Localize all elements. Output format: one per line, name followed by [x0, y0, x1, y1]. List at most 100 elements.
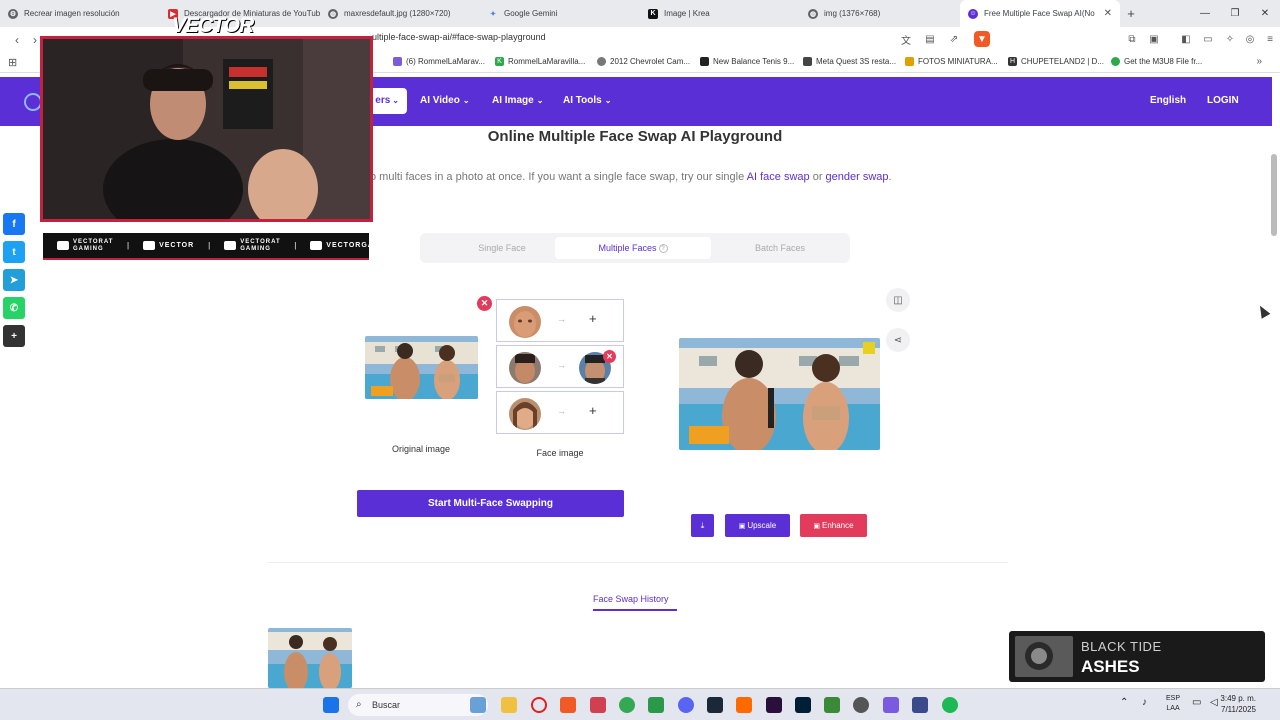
gear-icon: ⚙ [8, 8, 18, 19]
discord-icon[interactable] [678, 697, 694, 713]
language-selector[interactable]: English [1150, 95, 1186, 106]
browser-tab[interactable]: ✦ Google Gemini [480, 0, 640, 27]
divider: | [208, 241, 211, 250]
facebook-icon[interactable]: f [3, 213, 25, 235]
bookmark-icon [905, 57, 914, 66]
new-tab-button[interactable]: + [1120, 6, 1142, 21]
brave-shield-icon[interactable]: ▼ [974, 31, 990, 47]
browser-tab[interactable]: ◍ maxresdefault.jpg (1280×720) [320, 0, 480, 27]
widgets-icon[interactable] [470, 697, 486, 713]
bookmark-item[interactable]: Get the M3U8 File fr... [1111, 57, 1202, 66]
twitch-icon [143, 241, 156, 250]
nav-menu-ai-image[interactable]: AI Image ⌄ [492, 95, 543, 106]
ai-face-swap-link[interactable]: AI face swap [747, 171, 810, 183]
network-icon[interactable]: ▭ [1192, 697, 1201, 708]
wallet-icon[interactable]: ▭ [1200, 31, 1216, 47]
enhance-button[interactable]: ▣ Enhance [800, 514, 867, 537]
whatsapp-icon[interactable]: ✆ [3, 297, 25, 319]
photoshop-icon[interactable] [795, 697, 811, 713]
bookmark-item[interactable]: K RommelLaMaravilla... [495, 57, 585, 66]
taskbar-search[interactable]: ⌕ Buscar [348, 694, 488, 716]
download-button[interactable]: ⤓ [691, 514, 714, 537]
app-icon[interactable] [824, 697, 840, 713]
address-bar[interactable]: ultiple-face-swap-ai/#face-swap-playgrou… [372, 32, 546, 42]
share-icon[interactable]: ⋖ [886, 328, 910, 352]
copilot-icon[interactable] [883, 697, 899, 713]
media-icon[interactable]: ▣ [1146, 31, 1162, 47]
close-icon[interactable]: ✕ [1250, 0, 1280, 27]
history-item[interactable] [268, 628, 352, 688]
bookmark-item[interactable]: (6) RommelLaMarav... [393, 57, 485, 66]
translate-icon[interactable]: 文 [898, 31, 914, 47]
remove-original-button[interactable]: ✕ [477, 296, 492, 311]
bookmark-item[interactable]: New Balance Tenis 9... [700, 57, 794, 66]
leo-icon[interactable]: ✧ [1222, 31, 1238, 47]
browser-tab[interactable]: K Image | Krea [640, 0, 800, 27]
more-bookmarks-icon[interactable]: » [1256, 56, 1262, 67]
bookmark-item[interactable]: H CHUPETELAND2 | D... [1008, 57, 1104, 66]
twitter-icon[interactable]: t [3, 241, 25, 263]
apps-icon[interactable]: ⊞ [8, 56, 17, 69]
telegram-icon[interactable]: ➤ [3, 269, 25, 291]
tab-batch-faces[interactable]: Batch Faces [702, 237, 858, 259]
tab-label: Image | Krea [664, 9, 710, 18]
windows-start-icon[interactable] [323, 697, 339, 713]
language-indicator[interactable]: ESP LAA [1166, 694, 1180, 714]
upscale-button[interactable]: ▣ Upscale [725, 514, 790, 537]
bookmark-item[interactable]: FOTOS MINIATURA... [905, 57, 998, 66]
start-swapping-button[interactable]: Start Multi-Face Swapping [357, 490, 624, 517]
app-icon[interactable] [590, 697, 606, 713]
steam-icon[interactable] [707, 697, 723, 713]
browser-tab[interactable]: ◍ img (1376×768) [800, 0, 960, 27]
tab-face-swap-history[interactable]: Face Swap History [593, 594, 669, 604]
page-subtitle: o multi faces in a photo at once. If you… [370, 171, 892, 183]
menu-icon[interactable]: ≡ [1262, 31, 1278, 47]
page-scrollbar[interactable] [1271, 154, 1277, 236]
premiere-icon[interactable] [766, 697, 782, 713]
vpn-icon[interactable]: ◎ [1242, 31, 1258, 47]
face-pair-row: → + [496, 299, 624, 342]
tab-label: Batch Faces [754, 243, 806, 253]
original-image [365, 336, 478, 399]
app-icon[interactable] [853, 697, 869, 713]
close-icon[interactable]: ✕ [1104, 8, 1112, 19]
browser-tab[interactable]: ⚙ Recrear imagen resolución [0, 0, 160, 27]
browser-tab-active[interactable]: ☺ Free Multiple Face Swap AI(No Login) ✕ [960, 0, 1120, 27]
nav-menu-ai-tools[interactable]: AI Tools ⌄ [563, 95, 611, 106]
add-face-button[interactable]: + [589, 311, 597, 326]
app-icon[interactable] [912, 697, 928, 713]
tab-label: Single Face [478, 243, 526, 253]
tab-label: maxresdefault.jpg (1280×720) [344, 9, 451, 18]
illustrator-icon[interactable] [736, 697, 752, 713]
share-icon[interactable]: ⇗ [946, 31, 962, 47]
bookmark-item[interactable]: Meta Quest 3S resta... [803, 57, 896, 66]
mic-icon[interactable]: ♪ [1142, 697, 1147, 708]
brave-icon[interactable] [560, 697, 576, 713]
back-icon[interactable]: ‹ [8, 33, 26, 47]
app-icon[interactable] [648, 697, 664, 713]
chrome-icon[interactable] [619, 697, 635, 713]
info-icon[interactable]: ? [658, 244, 668, 254]
file-explorer-icon[interactable] [501, 697, 517, 713]
add-face-button[interactable]: + [589, 403, 597, 418]
original-image-upload[interactable] [358, 303, 484, 429]
tab-multiple-faces[interactable]: Multiple Faces? [555, 237, 711, 259]
minimize-icon[interactable]: — [1190, 0, 1220, 27]
bookmark-item[interactable]: 2012 Chevrolet Cam... [597, 57, 690, 66]
plus-icon[interactable]: + [3, 325, 25, 347]
compare-icon[interactable]: ◫ [886, 288, 910, 312]
extensions-icon[interactable]: ⧉ [1124, 31, 1140, 47]
volume-icon[interactable]: ◁ [1210, 697, 1218, 708]
sidebar-icon[interactable]: ◧ [1178, 31, 1194, 47]
gender-swap-link[interactable]: gender swap [826, 171, 889, 183]
remove-face-button[interactable]: ✕ [603, 350, 616, 363]
system-clock[interactable]: 3:49 p. m. 7/11/2025 [1220, 693, 1256, 715]
spotify-icon[interactable] [942, 697, 958, 713]
restore-icon[interactable]: ❐ [1220, 0, 1250, 27]
reader-icon[interactable]: ▤ [922, 31, 938, 47]
chevron-up-icon[interactable]: ⌃ [1120, 697, 1128, 708]
opera-icon[interactable] [531, 697, 547, 713]
keyboard-layout: LAA [1166, 705, 1180, 712]
login-button[interactable]: LOGIN [1207, 95, 1239, 106]
nav-menu-ai-video[interactable]: AI Video ⌄ [420, 95, 470, 106]
